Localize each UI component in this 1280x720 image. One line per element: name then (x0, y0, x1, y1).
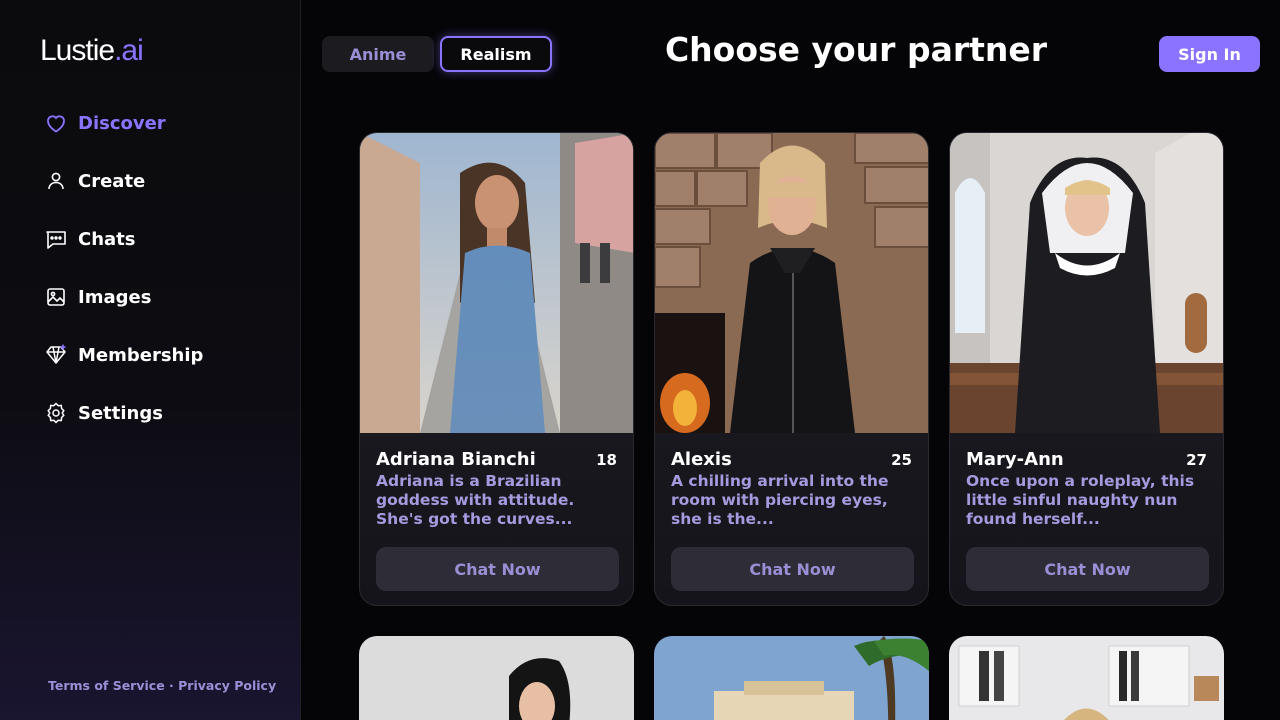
image-icon (44, 285, 68, 309)
sidebar-item-label: Chats (78, 228, 136, 250)
character-photo (950, 133, 1223, 433)
sidebar-item-images[interactable]: Images (44, 278, 203, 316)
character-name: Alexis (671, 449, 732, 470)
character-description: Adriana is a Brazilian goddess with atti… (376, 472, 575, 528)
diamond-icon (44, 343, 68, 367)
sign-in-button[interactable]: Sign In (1159, 36, 1260, 72)
gear-icon (44, 401, 68, 425)
character-photo (359, 636, 634, 720)
character-age: 18 (596, 450, 617, 469)
character-card[interactable]: Mary-Ann 27 Once upon a roleplay, this l… (949, 132, 1224, 606)
chat-now-button[interactable]: Chat Now (376, 547, 619, 591)
page-title: Choose your partner (664, 30, 1048, 69)
character-card-partial[interactable] (654, 636, 929, 720)
logo[interactable]: Lustie.ai (40, 34, 144, 68)
character-card[interactable]: Alexis 25 A chilling arrival into the ro… (654, 132, 929, 606)
heart-icon (44, 111, 68, 135)
sidebar-item-create[interactable]: Create (44, 162, 203, 200)
sidebar-item-label: Membership (78, 344, 204, 366)
anime-toggle-button[interactable]: Anime (322, 36, 434, 72)
character-age: 25 (891, 450, 912, 469)
character-photo (654, 636, 929, 720)
character-photo (949, 636, 1224, 720)
character-description: A chilling arrival into the room with pi… (671, 472, 889, 528)
character-age: 27 (1186, 450, 1207, 469)
sidebar: Lustie.ai Discover Create Chats Images M… (0, 0, 301, 720)
sidebar-item-chats[interactable]: Chats (44, 220, 203, 258)
character-card[interactable]: Adriana Bianchi 18 Adriana is a Brazilia… (359, 132, 634, 606)
character-description: Once upon a roleplay, this little sinful… (966, 472, 1195, 528)
sidebar-item-label: Images (78, 286, 152, 308)
user-icon (44, 169, 68, 193)
sidebar-nav: Discover Create Chats Images Membership (44, 104, 203, 452)
sidebar-item-discover[interactable]: Discover (44, 104, 203, 142)
footer-links: Terms of Service · Privacy Policy (48, 678, 276, 693)
chat-bubble-icon (44, 227, 68, 251)
style-toggle: Anime Realism (322, 36, 552, 72)
character-photo (360, 133, 633, 433)
character-photo (655, 133, 928, 433)
chat-now-button[interactable]: Chat Now (671, 547, 914, 591)
sidebar-item-membership[interactable]: Membership (44, 336, 203, 374)
character-name: Adriana Bianchi (376, 449, 536, 470)
realism-toggle-button[interactable]: Realism (440, 36, 552, 72)
privacy-link[interactable]: Privacy Policy (178, 678, 276, 693)
terms-link[interactable]: Terms of Service (48, 678, 165, 693)
footer-separator: · (164, 678, 179, 693)
character-card-partial[interactable] (359, 636, 634, 720)
sidebar-item-label: Settings (78, 402, 163, 424)
chat-now-button[interactable]: Chat Now (966, 547, 1209, 591)
sidebar-item-label: Create (78, 170, 146, 192)
sidebar-item-label: Discover (78, 112, 166, 134)
character-name: Mary-Ann (966, 449, 1064, 470)
sidebar-item-settings[interactable]: Settings (44, 394, 203, 432)
character-card-partial[interactable] (949, 636, 1224, 720)
